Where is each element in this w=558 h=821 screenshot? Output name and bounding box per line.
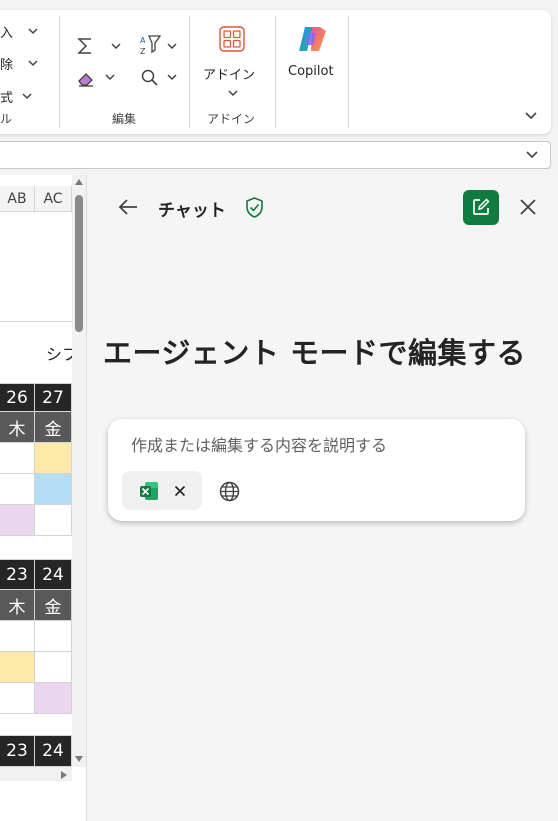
- svg-text:A: A: [140, 36, 146, 45]
- spreadsheet-grid[interactable]: AB AC シフ 26 27 木 金 23 24 木 金 23 24: [0, 175, 87, 821]
- column-header-ab[interactable]: AB: [0, 186, 35, 212]
- close-icon[interactable]: [519, 198, 537, 216]
- chevron-down-icon[interactable]: [166, 73, 178, 81]
- format-button[interactable]: 式: [0, 87, 13, 106]
- sort-filter-icon[interactable]: A Z: [138, 33, 162, 57]
- new-chat-icon: [473, 198, 490, 215]
- new-chat-button[interactable]: [463, 190, 499, 225]
- formula-bar[interactable]: [0, 141, 551, 169]
- weekday-cell[interactable]: 木: [0, 412, 35, 443]
- day-number-cell[interactable]: 23: [0, 560, 35, 590]
- copilot-button[interactable]: Copilot: [288, 64, 334, 79]
- chevron-down-icon[interactable]: [227, 89, 239, 97]
- svg-text:Z: Z: [140, 47, 146, 56]
- vertical-scrollbar-thumb[interactable]: [75, 195, 83, 332]
- scroll-up-arrow-icon[interactable]: [74, 178, 84, 186]
- sigma-icon[interactable]: [76, 37, 96, 55]
- addins-button[interactable]: アドイン: [203, 64, 255, 83]
- scroll-right-arrow-icon[interactable]: [60, 770, 68, 780]
- weekday-cell[interactable]: 木: [0, 590, 35, 621]
- excel-icon: [140, 482, 158, 500]
- chevron-down-icon[interactable]: [27, 59, 39, 67]
- day-number-cell[interactable]: 23: [0, 736, 35, 767]
- shift-cell[interactable]: [35, 621, 72, 652]
- shift-cell-yellow[interactable]: [35, 443, 72, 474]
- prompt-input[interactable]: [131, 433, 511, 457]
- shift-title-cell[interactable]: シフ: [0, 322, 72, 384]
- shift-cell-purple[interactable]: [0, 505, 35, 536]
- day-number-cell[interactable]: 27: [35, 384, 72, 412]
- column-header-ac[interactable]: AC: [35, 186, 72, 212]
- shield-check-icon: [246, 197, 263, 218]
- weekday-cell[interactable]: 金: [35, 412, 72, 443]
- remove-attachment-icon[interactable]: [174, 485, 186, 497]
- empty-row[interactable]: [0, 536, 72, 560]
- chevron-down-icon[interactable]: [27, 27, 39, 35]
- ribbon-separator: [189, 16, 190, 128]
- day-number-cell[interactable]: 24: [35, 736, 72, 767]
- panel-title: チャット: [158, 201, 226, 221]
- day-number-cell[interactable]: 26: [0, 384, 35, 412]
- shift-cell[interactable]: [0, 683, 35, 714]
- scroll-down-arrow-icon[interactable]: [74, 755, 84, 763]
- chevron-down-icon[interactable]: [166, 42, 178, 50]
- shift-cell[interactable]: [0, 621, 35, 652]
- attached-workbook-chip[interactable]: [122, 471, 202, 510]
- chevron-down-icon[interactable]: [110, 42, 122, 50]
- shift-cell-purple[interactable]: [35, 683, 72, 714]
- arrow-left-icon[interactable]: [117, 197, 139, 217]
- shift-cell[interactable]: [0, 443, 35, 474]
- chevron-down-icon[interactable]: [21, 92, 33, 100]
- copilot-logo[interactable]: [296, 25, 328, 53]
- shift-cell[interactable]: [35, 652, 72, 683]
- agent-mode-heading: エージェント モードで編集する: [103, 336, 527, 370]
- ribbon-separator: [348, 16, 349, 128]
- weekday-cell[interactable]: 金: [35, 590, 72, 621]
- empty-cells[interactable]: [0, 212, 72, 322]
- ribbon-separator: [59, 16, 60, 128]
- shift-cell[interactable]: [0, 474, 35, 505]
- cells-group-label: ル: [0, 112, 13, 126]
- ribbon-collapse-chevron-icon[interactable]: [524, 111, 538, 121]
- search-icon[interactable]: [140, 68, 160, 88]
- addins-grid-icon[interactable]: [219, 26, 245, 52]
- day-number-cell[interactable]: 24: [35, 560, 72, 590]
- globe-icon[interactable]: [219, 481, 240, 502]
- formula-bar-expand-icon[interactable]: [525, 150, 539, 160]
- shift-cell[interactable]: [35, 505, 72, 536]
- eraser-icon[interactable]: [76, 68, 96, 88]
- insert-button[interactable]: 入: [0, 22, 13, 41]
- ribbon-separator: [275, 16, 276, 128]
- addins-group-label: アドイン: [207, 112, 256, 126]
- shift-title-text: シフ: [45, 344, 72, 364]
- empty-row[interactable]: [0, 714, 72, 736]
- editing-group-label: 編集: [112, 112, 137, 126]
- shift-cell-yellow[interactable]: [0, 652, 35, 683]
- shift-cell-blue[interactable]: [35, 474, 72, 505]
- delete-button[interactable]: 除: [0, 54, 13, 73]
- chevron-down-icon[interactable]: [104, 73, 116, 81]
